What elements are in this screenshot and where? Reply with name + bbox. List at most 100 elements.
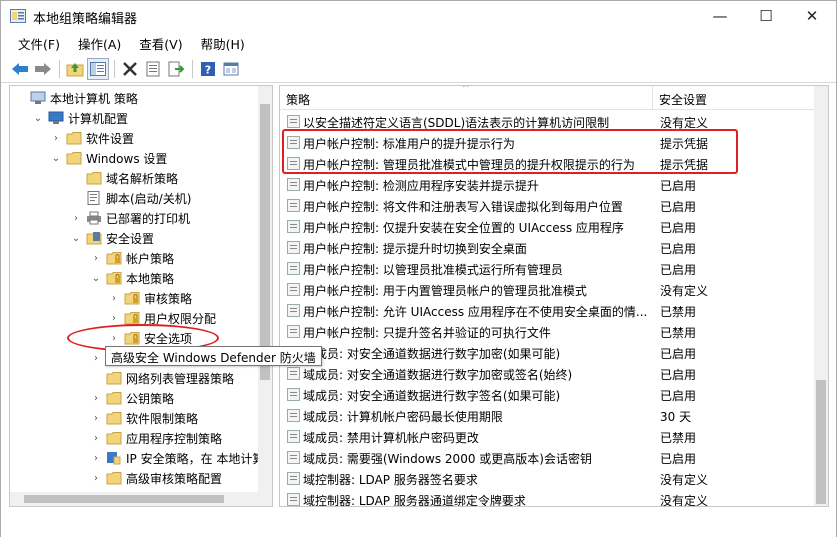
list-scroll-thumb[interactable] (816, 380, 826, 504)
back-button[interactable] (9, 58, 31, 80)
policy-row[interactable]: 用户帐户控制: 仅提升安装在安全位置的 UIAccess 应用程序 已启用 (280, 216, 816, 237)
policy-row[interactable]: 域成员: 禁用计算机帐户密码更改 已禁用 (280, 426, 816, 447)
tree-item[interactable]: ⌄ 本地策略 (90, 268, 174, 288)
tree-item[interactable]: › 高级审核策略配置 (90, 468, 222, 488)
tree-expander-icon[interactable]: › (90, 473, 102, 484)
minimize-icon: — (712, 7, 728, 25)
tree-expander-icon[interactable]: › (90, 413, 102, 424)
tree-expander-icon[interactable]: › (70, 213, 82, 224)
highlight-box-annotation (282, 129, 738, 174)
column-header-policy[interactable]: 策略 (286, 91, 310, 108)
tree-expander-icon[interactable]: ⌄ (70, 233, 82, 244)
policy-row[interactable]: 用户帐户控制: 只提升签名并验证的可执行文件 已禁用 (280, 321, 816, 342)
properties-button[interactable] (142, 58, 164, 80)
policy-row[interactable]: 域成员: 需要强(Windows 2000 或更高版本)会话密钥 已启用 (280, 447, 816, 468)
tree-item[interactable]: › 公钥策略 (90, 388, 174, 408)
menu-view[interactable]: 查看(V) (130, 34, 191, 53)
policy-row[interactable]: 域控制器: LDAP 服务器通道绑定令牌要求 没有定义 (280, 489, 816, 506)
tree-item[interactable]: › 帐户策略 (90, 248, 174, 268)
policy-name: 用户帐户控制: 允许 UIAccess 应用程序在不使用安全桌面的情... (303, 305, 648, 319)
forward-button[interactable] (32, 58, 54, 80)
tree-expander-icon[interactable]: › (108, 313, 120, 324)
tree-item-label: 网络列表管理器策略 (126, 371, 235, 386)
policy-row[interactable]: 域成员: 对安全通道数据进行数字加密或签名(始终) 已启用 (280, 363, 816, 384)
tree-expander-icon[interactable]: › (90, 393, 102, 404)
minimize-button[interactable]: — (697, 1, 743, 31)
show-hide-tree-button[interactable] (87, 57, 109, 80)
tree-expander-icon[interactable]: › (90, 353, 102, 364)
tree-item[interactable]: › IP 安全策略，在 本地计算机 (90, 448, 272, 468)
policy-icon (287, 178, 300, 191)
help-button[interactable]: ? (197, 58, 219, 80)
tree-item[interactable]: ⌄ 安全设置 (70, 228, 154, 248)
policy-icon (287, 409, 300, 422)
tree-item-label: 审核策略 (144, 291, 193, 306)
tree-item[interactable]: › 应用程序控制策略 (90, 428, 222, 448)
policy-row[interactable]: 用户帐户控制: 允许 UIAccess 应用程序在不使用安全桌面的情... 已禁用 (280, 300, 816, 321)
tree-hscroll-thumb[interactable] (24, 495, 224, 503)
tree-item[interactable]: › 审核策略 (108, 288, 192, 308)
sort-ascending-icon: ^ (462, 85, 470, 94)
menu-help[interactable]: 帮助(H) (192, 34, 254, 53)
tree-expander-icon[interactable]: › (108, 293, 120, 304)
menu-action[interactable]: 操作(A) (69, 34, 130, 53)
policy-row[interactable]: 用户帐户控制: 提示提升时切换到安全桌面 已启用 (280, 237, 816, 258)
policy-icon (287, 472, 300, 485)
tree-expander-icon[interactable]: › (90, 433, 102, 444)
policy-row[interactable]: 用户帐户控制: 以管理员批准模式运行所有管理员 已启用 (280, 258, 816, 279)
tree-item[interactable]: › 软件设置 (50, 128, 134, 148)
tree-expander-icon[interactable]: › (90, 253, 102, 264)
tree-item[interactable]: ⌄ 计算机配置 (32, 108, 128, 128)
tree-expander-icon[interactable]: › (50, 133, 62, 144)
view-button[interactable] (220, 58, 242, 80)
tree-expander-icon[interactable]: ⌄ (50, 153, 62, 164)
policy-security-setting: 已禁用 (660, 326, 697, 340)
export-list-button[interactable] (165, 58, 187, 80)
policy-icon (287, 115, 300, 128)
column-header-security-setting[interactable]: 安全设置 (659, 91, 707, 108)
tree-item-label: 应用程序控制策略 (126, 431, 223, 446)
tree-item-label: Windows 设置 (86, 151, 168, 166)
console-tree-pane[interactable]: 本地计算机 策略 ⌄ 计算机配置 › 软件设置 ⌄ Windows 设置域名解析策略 脚本(启… (9, 85, 273, 507)
tree-item[interactable]: ⌄ Windows 设置 (50, 148, 168, 168)
export-list-icon (168, 61, 184, 76)
toolbar: ? (1, 55, 836, 83)
policy-row[interactable]: 域成员: 计算机帐户密码最长使用期限 30 天 (280, 405, 816, 426)
policy-row[interactable]: 域成员: 对安全通道数据进行数字加密(如果可能) 已启用 (280, 342, 816, 363)
policy-security-setting: 30 天 (660, 410, 692, 424)
maximize-button[interactable]: ☐ (743, 1, 789, 31)
up-folder-button[interactable] (64, 58, 86, 80)
tree-expander-icon[interactable]: ⌄ (90, 273, 102, 284)
title-bar: 本地组策略编辑器 — ☐ ✕ (1, 1, 836, 31)
tree-expander-icon[interactable]: ⌄ (32, 113, 44, 124)
group-policy-editor-window: 本地组策略编辑器 — ☐ ✕ 文件(F) 操作(A) 查看(V) 帮助(H) ?… (0, 0, 837, 537)
status-bar (1, 509, 836, 537)
column-divider[interactable] (652, 86, 653, 110)
policy-icon (287, 241, 300, 254)
tree-item[interactable]: 本地计算机 策略 (14, 88, 138, 108)
close-button[interactable]: ✕ (789, 1, 835, 31)
policy-icon (287, 283, 300, 296)
menu-file[interactable]: 文件(F) (9, 34, 69, 53)
tree-horizontal-scrollbar[interactable] (10, 492, 260, 506)
policy-row[interactable]: 用户帐户控制: 检测应用程序安装并提示提升 已启用 (280, 174, 816, 195)
tree-expander-icon[interactable]: › (90, 453, 102, 464)
tree-item[interactable]: 域名解析策略 (70, 168, 178, 188)
policy-security-setting: 已启用 (660, 242, 697, 256)
policy-row[interactable]: 用户帐户控制: 用于内置管理员帐户的管理员批准模式 没有定义 (280, 279, 816, 300)
tree-scroll-thumb[interactable] (260, 104, 270, 380)
policy-icon (287, 220, 300, 233)
delete-button[interactable] (119, 58, 141, 80)
tree-item[interactable]: 网络列表管理器策略 (90, 368, 234, 388)
tree-item[interactable]: 脚本(启动/关机) (70, 188, 191, 208)
tree-item-label: 公钥策略 (126, 391, 175, 406)
policy-name: 用户帐户控制: 用于内置管理员帐户的管理员批准模式 (303, 284, 587, 298)
tree-item[interactable]: › 已部署的打印机 (70, 208, 190, 228)
tree-vertical-scrollbar[interactable] (258, 86, 272, 506)
policy-row[interactable]: 域控制器: LDAP 服务器签名要求 没有定义 (280, 468, 816, 489)
policy-row[interactable]: 域成员: 对安全通道数据进行数字签名(如果可能) 已启用 (280, 384, 816, 405)
policy-row[interactable]: 用户帐户控制: 将文件和注册表写入错误虚拟化到每用户位置 已启用 (280, 195, 816, 216)
list-vertical-scrollbar[interactable] (814, 86, 828, 506)
policy-editor-app-icon (10, 9, 26, 23)
tree-item[interactable]: › 软件限制策略 (90, 408, 198, 428)
